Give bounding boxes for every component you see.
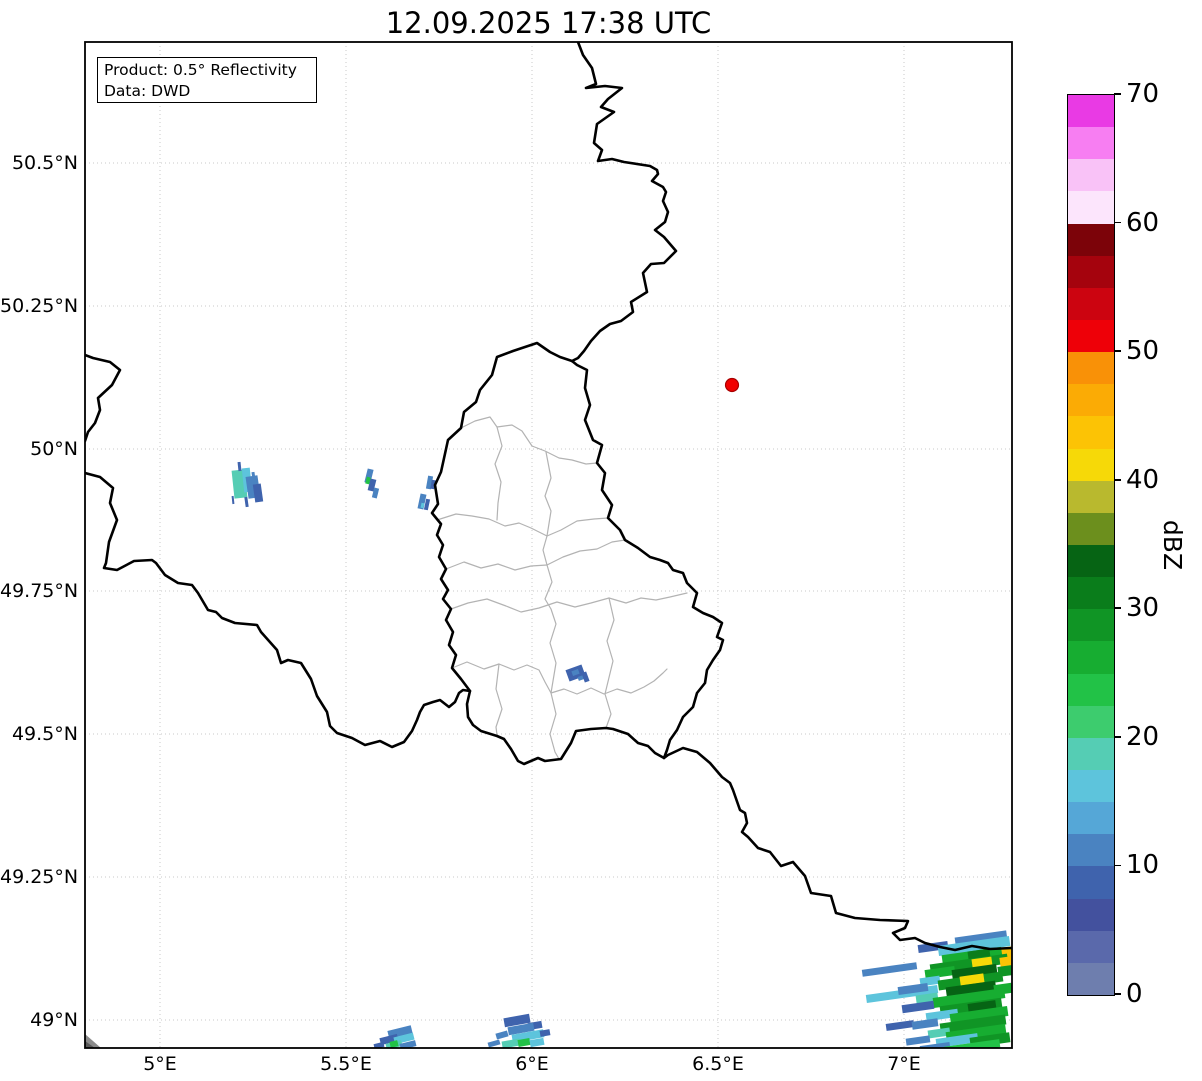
colorbar-tick-label: 40 [1126,464,1160,495]
france-germany-border [662,746,1012,952]
france-belgium-border [85,471,472,749]
colorbar-tick-mark [1114,864,1121,867]
radar-echo-cell [905,1035,931,1046]
radar-echo-cell [911,1018,939,1030]
canton-border-mid [445,539,626,571]
radar-station-marker[interactable] [724,377,740,393]
luxembourg-border [430,341,725,766]
colorbar-segment [1068,416,1114,449]
radar-echo-cell [237,461,242,472]
france-belgium-border-north [85,353,122,443]
colorbar-tick-mark [1114,607,1121,610]
colorbar-segment [1068,962,1114,995]
colorbar-tick-label: 70 [1126,79,1160,109]
y-tick-label: 50.25°N [0,295,79,317]
colorbar-segment [1068,641,1114,674]
radar-echo-cell [231,495,235,505]
colorbar-tick-label: 50 [1126,336,1160,367]
colorbar-segment [1068,898,1114,931]
x-tick-label: 7°E [887,1053,921,1075]
radar-echo-cell [861,962,918,977]
colorbar-segment [1068,866,1114,899]
product-info-line2: Data: DWD [104,82,191,100]
colorbar-tick-mark [1114,350,1121,352]
colorbar-segment [1068,287,1114,320]
colorbar-tick-mark [1114,993,1121,995]
product-info-box: Product: 0.5° Reflectivity Data: DWD [97,57,317,103]
colorbar-tick-mark [1114,93,1121,95]
canton-border-esch [451,661,668,695]
radar-viewer: { "title": "12.09.2025 17:38 UTC", "info… [0,0,1202,1081]
colorbar-tick-label: 20 [1126,721,1160,752]
radar-echo-cell [885,1020,915,1031]
radar-map-canvas [84,41,1013,1049]
colorbar-segment [1068,544,1114,578]
country-borders [85,42,1012,952]
colorbar-segment [1068,930,1114,963]
page-title: 12.09.2025 17:38 UTC [385,6,712,40]
radar-echo-cell [252,483,264,503]
colorbar-segment [1068,352,1114,385]
canton-border-vert-e [495,663,503,736]
colorbar-segment [1068,802,1114,835]
colorbar-segment [1068,191,1114,224]
colorbar-segment [1068,480,1114,513]
canton-border-mid-north [436,513,609,537]
graticule-gridlines [85,42,1012,1048]
colorbar-segment [1068,95,1114,128]
y-tick-label: 49.5°N [11,723,78,745]
y-tick-label: 49.75°N [0,580,79,602]
colorbar-tick-mark [1114,736,1121,738]
colorbar-axis-label: dBZ [1158,519,1187,571]
colorbar-tick-label: 10 [1126,850,1160,881]
y-tick-label: 50°N [30,438,78,460]
colorbar-tick-label: 0 [1126,979,1143,1009]
colorbar-tick-mark [1114,478,1121,481]
canton-border-vert-b [544,451,552,537]
canton-border-vert-d [604,597,615,729]
colorbar-segment [1068,769,1114,803]
colorbar-segment [1068,577,1114,610]
canton-border-south [450,592,688,613]
x-tick-label: 6.5°E [692,1053,744,1075]
colorbar-segment [1068,705,1114,738]
colorbar-segment [1068,127,1114,160]
canton-border-vert-a [494,426,503,521]
colorbar-tick-label: 30 [1126,593,1160,624]
canton-border-north [460,416,598,465]
colorbar-segment [1068,609,1114,642]
colorbar-segment [1068,673,1114,706]
product-info-line1: Product: 0.5° Reflectivity [104,61,297,79]
colorbar-segment [1068,255,1114,288]
belgium-germany-border [570,42,678,363]
colorbar-segment [1068,737,1114,770]
dbz-colorbar [1067,94,1115,996]
map-frame [84,41,1013,1049]
colorbar-tick-mark [1114,221,1121,224]
x-tick-label: 5.5°E [320,1053,372,1075]
y-tick-label: 49°N [30,1009,78,1031]
colorbar-segment [1068,448,1114,481]
radar-echo-cell [487,1039,501,1048]
colorbar-segment [1068,319,1114,353]
x-tick-label: 6°E [515,1053,549,1075]
colorbar-segment [1068,834,1114,867]
colorbar-segment [1068,512,1114,545]
y-tick-label: 50.5°N [11,152,78,174]
colorbar-segment [1068,223,1114,256]
canton-border-vert-c [542,535,560,760]
x-tick-label: 5°E [143,1053,177,1075]
radar-echo-cell [244,496,249,508]
radar-echo-cell [501,1038,521,1048]
radar-echo-layer [231,461,1012,1048]
colorbar-segment [1068,384,1114,417]
colorbar-segment [1068,159,1114,192]
radar-echo-cell [495,1030,509,1040]
y-tick-label: 49.25°N [0,866,79,888]
colorbar-tick-label: 60 [1126,207,1160,238]
canton-borders [436,416,688,760]
